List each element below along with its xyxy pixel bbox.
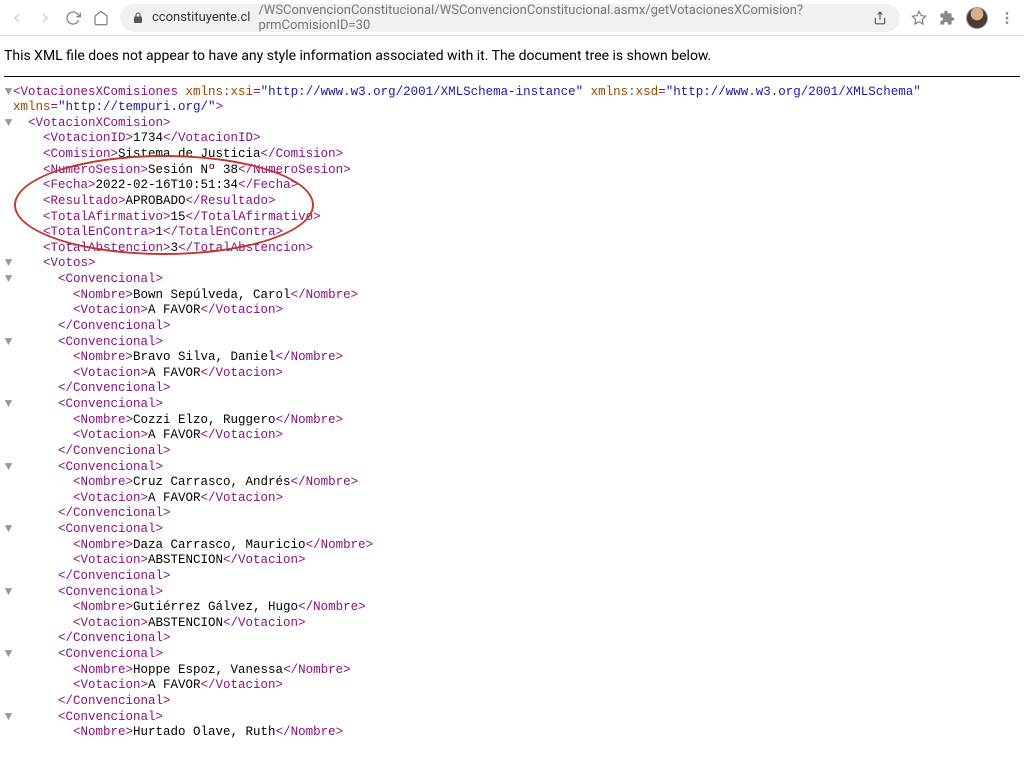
xml-line[interactable]: <Resultado>APROBADO</Resultado> [4,194,1020,210]
xml-line[interactable]: ▼ <Convencional> [4,522,1020,538]
xml-line[interactable]: </Convencional> [4,694,1020,710]
xml-line[interactable]: ▼ <VotacionXComision> [4,116,1020,132]
address-bar[interactable]: cconstituyente.cl/WSConvencionConstituci… [120,4,900,32]
xml-line[interactable]: <Votacion>A FAVOR</Votacion> [4,366,1020,382]
xml-line[interactable]: <Nombre>Cozzi Elzo, Ruggero</Nombre> [4,413,1020,429]
xml-line[interactable]: <Votacion>ABSTENCION</Votacion> [4,616,1020,632]
url-host: cconstituyente.cl [152,10,250,25]
xml-line[interactable]: <Votacion>ABSTENCION</Votacion> [4,553,1020,569]
xml-line[interactable]: ▼ <Convencional> [4,272,1020,288]
xml-line[interactable]: </Convencional> [4,631,1020,647]
reload-icon[interactable] [64,9,82,27]
kebab-menu-icon[interactable] [998,9,1016,27]
xml-line[interactable]: <Votacion>A FAVOR</Votacion> [4,491,1020,507]
nav-forward-icon[interactable] [36,9,54,27]
xml-line[interactable]: <NumeroSesion>Sesión Nº 38</NumeroSesion… [4,163,1020,179]
xml-line[interactable]: <Nombre>Cruz Carrasco, Andrés</Nombre> [4,475,1020,491]
xml-line[interactable]: ▼ <Convencional> [4,397,1020,413]
xml-line[interactable]: <Votacion>A FAVOR</Votacion> [4,678,1020,694]
bookmark-star-icon[interactable] [910,9,928,27]
xml-line[interactable]: ▼<VotacionesXComisiones xmlns:xsi="http:… [4,85,1020,101]
xml-line[interactable]: <TotalEnContra>1</TotalEnContra> [4,225,1020,241]
xml-line[interactable]: <VotacionID>1734</VotacionID> [4,131,1020,147]
xml-line[interactable]: </Convencional> [4,319,1020,335]
xml-line[interactable]: </Convencional> [4,444,1020,460]
xml-line[interactable]: ▼ <Convencional> [4,335,1020,351]
lock-icon [132,12,144,24]
xml-line[interactable]: <Nombre>Hurtado Olave, Ruth</Nombre> [4,725,1020,741]
share-icon[interactable] [872,9,888,27]
home-icon[interactable] [92,9,110,27]
xml-line[interactable]: ▼ <Votos> [4,256,1020,272]
url-path: /WSConvencionConstitucional/WSConvencion… [258,3,855,33]
xml-line[interactable]: <TotalAfirmativo>15</TotalAfirmativo> [4,210,1020,226]
xml-line[interactable]: <Nombre>Daza Carrasco, Mauricio</Nombre> [4,538,1020,554]
xml-line[interactable]: ▼ <Convencional> [4,460,1020,476]
xml-line[interactable]: <Nombre>Hoppe Espoz, Vanessa</Nombre> [4,663,1020,679]
xml-line[interactable]: <Comision>Sistema de Justicia</Comision> [4,147,1020,163]
profile-avatar[interactable] [966,7,988,29]
xml-line[interactable]: <Nombre>Gutiérrez Gálvez, Hugo</Nombre> [4,600,1020,616]
xml-banner: This XML file does not appear to have an… [4,40,1020,77]
browser-toolbar: cconstituyente.cl/WSConvencionConstituci… [0,0,1024,36]
xml-line[interactable]: xmlns="http://tempuri.org/"> [4,100,1020,116]
xml-line[interactable]: </Convencional> [4,506,1020,522]
xml-tree[interactable]: ▼<VotacionesXComisiones xmlns:xsi="http:… [4,85,1020,741]
xml-line[interactable]: ▼ <Convencional> [4,710,1020,726]
xml-line[interactable]: <Votacion>A FAVOR</Votacion> [4,303,1020,319]
xml-line[interactable]: <TotalAbstencion>3</TotalAbstencion> [4,241,1020,257]
xml-line[interactable]: <Nombre>Bravo Silva, Daniel</Nombre> [4,350,1020,366]
xml-line[interactable]: ▼ <Convencional> [4,647,1020,663]
xml-line[interactable]: <Votacion>A FAVOR</Votacion> [4,428,1020,444]
xml-line[interactable]: <Nombre>Bown Sepúlveda, Carol</Nombre> [4,288,1020,304]
extensions-icon[interactable] [938,9,956,27]
xml-line[interactable]: ▼ <Convencional> [4,585,1020,601]
xml-line[interactable]: <Fecha>2022-02-16T10:51:34</Fecha> [4,178,1020,194]
xml-line[interactable]: </Convencional> [4,381,1020,397]
xml-viewer: This XML file does not appear to have an… [0,36,1024,761]
xml-line[interactable]: </Convencional> [4,569,1020,585]
nav-back-icon[interactable] [8,9,26,27]
